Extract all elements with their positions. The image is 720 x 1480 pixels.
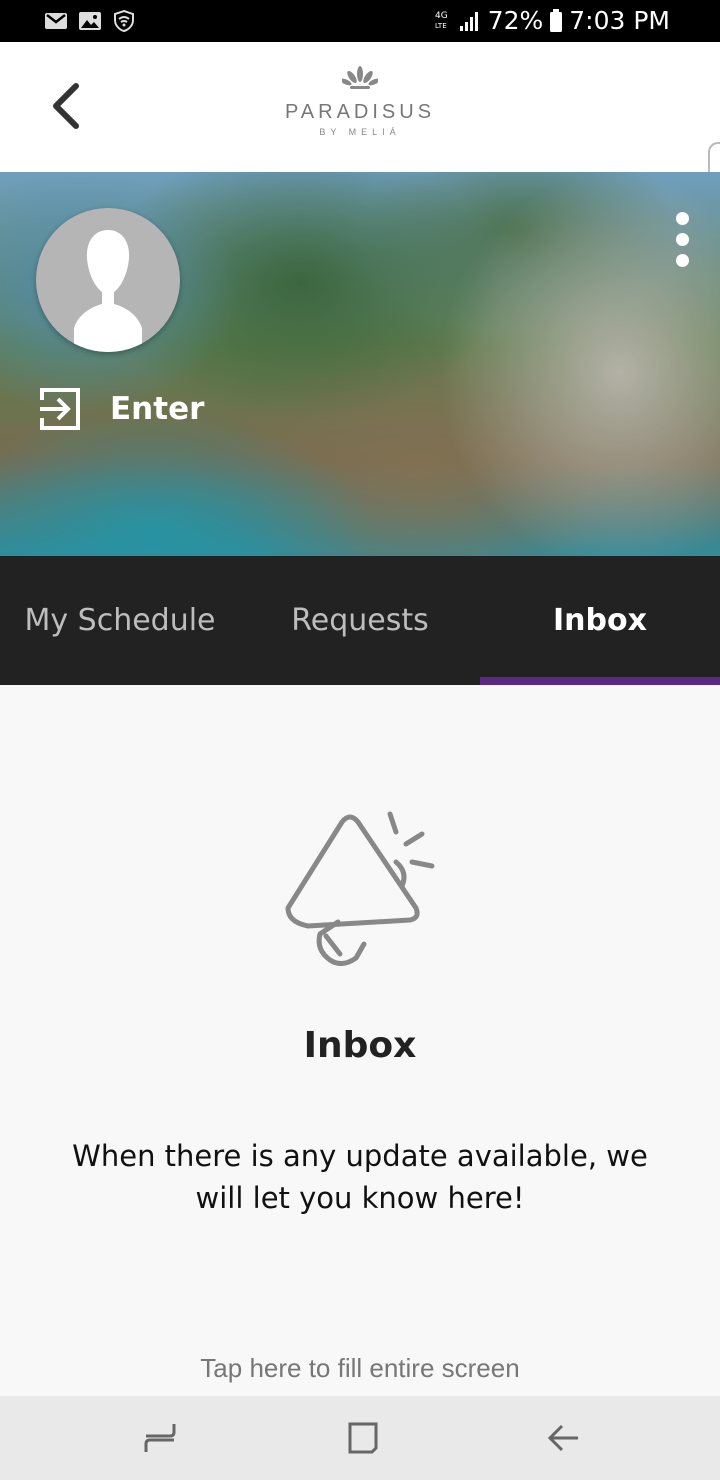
system-nav-bar xyxy=(0,1396,720,1480)
paradisus-logo: PARADISUS BY MELIÁ xyxy=(0,64,720,137)
svg-text:LTE: LTE xyxy=(435,22,447,30)
enter-button[interactable]: Enter xyxy=(38,386,204,432)
fill-screen-hint[interactable]: Tap here to fill entire screen xyxy=(0,1353,720,1384)
tab-my-schedule[interactable]: My Schedule xyxy=(0,556,240,685)
shield-wifi-icon xyxy=(114,9,134,33)
inbox-empty-state: Inbox When there is any update available… xyxy=(0,685,720,1396)
signal-icon xyxy=(459,11,478,31)
gallery-icon xyxy=(79,12,101,30)
login-icon xyxy=(40,388,80,430)
home-icon xyxy=(348,1422,378,1454)
enter-label: Enter xyxy=(110,391,205,427)
app-header: PARADISUS BY MELIÁ xyxy=(0,42,720,172)
palm-leaf-logo-icon xyxy=(340,66,380,89)
tab-inbox[interactable]: Inbox xyxy=(480,556,720,685)
tab-bar: My Schedule Requests Inbox xyxy=(0,556,720,685)
more-options-button[interactable] xyxy=(674,212,690,268)
back-icon xyxy=(547,1424,578,1452)
gmail-icon xyxy=(45,13,67,29)
megaphone-icon xyxy=(285,811,435,966)
more-vertical-icon xyxy=(675,212,689,225)
person-silhouette-icon xyxy=(74,230,142,352)
svg-text:4G: 4G xyxy=(435,11,448,21)
empty-state-title: Inbox xyxy=(303,1025,417,1066)
profile-hero-banner: Enter xyxy=(0,172,720,556)
tab-requests[interactable]: Requests xyxy=(240,556,480,685)
battery-icon xyxy=(550,8,563,32)
recents-button[interactable] xyxy=(140,1418,180,1458)
status-bar: 4G LTE 72% 7:03 PM xyxy=(0,0,720,42)
empty-state-message: When there is any update available, we w… xyxy=(72,1139,648,1215)
clock: 7:03 PM xyxy=(569,6,670,35)
avatar[interactable] xyxy=(36,208,180,352)
home-button[interactable] xyxy=(342,1418,382,1458)
battery-percentage: 72% xyxy=(487,6,544,35)
logo-text: PARADISUS xyxy=(284,101,436,123)
logo-subtext: BY MELIÁ xyxy=(319,127,401,137)
nav-back-button[interactable] xyxy=(544,1418,584,1458)
4g-lte-icon: 4GLTE xyxy=(435,11,448,30)
recents-icon xyxy=(144,1424,176,1452)
